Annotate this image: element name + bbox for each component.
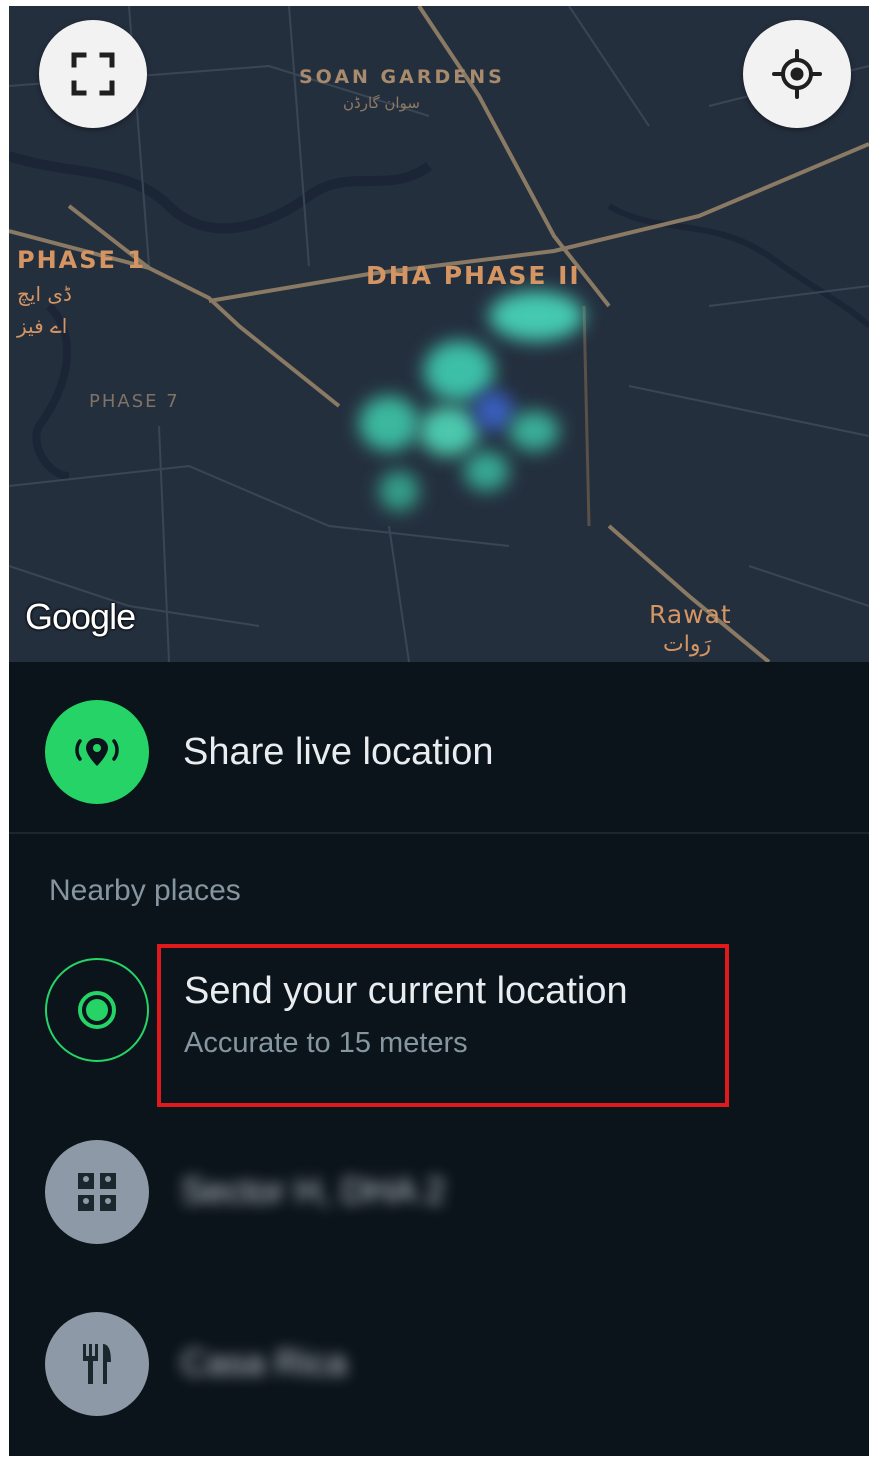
fullscreen-icon (71, 52, 115, 96)
my-location-button[interactable] (743, 20, 851, 128)
map-label-dha-phase-ii: DHA PHASE II (366, 261, 581, 290)
nearby-place-item[interactable]: Sector H, DHA 2 (181, 1170, 445, 1212)
share-live-location-label: Share live location (183, 730, 494, 773)
map-label-phase-7: PHASE 7 (89, 391, 180, 412)
map-label-soan-gardens: SOAN GARDENS (299, 66, 505, 88)
google-attribution: Google (25, 596, 136, 637)
nearby-places-heading: Nearby places (49, 874, 241, 907)
current-location-icon (45, 958, 149, 1062)
my-location-icon (772, 49, 822, 99)
location-options-sheet: Share live location Nearby places Send y… (9, 662, 869, 1456)
heat-blob (489, 291, 584, 341)
heat-blob (359, 396, 419, 451)
map-label-phase-1-urdu: ڈی ایچ (17, 282, 72, 306)
restaurant-icon (45, 1312, 149, 1416)
map-view[interactable]: SOAN GARDENS سوان گارڈن PHASE 1 ڈی ایچ ا… (9, 6, 869, 662)
heat-blob (509, 411, 559, 451)
heat-blob (464, 451, 509, 491)
map-label-soan-gardens-urdu: سوان گارڈن (343, 94, 420, 112)
heat-blob (474, 391, 514, 431)
highlight-annotation-box (157, 944, 729, 1107)
map-label-phase-1-urdu: اے فیز (17, 314, 68, 338)
fullscreen-button[interactable] (39, 20, 147, 128)
location-picker-screen: SOAN GARDENS سوان گارڈن PHASE 1 ڈی ایچ ا… (9, 6, 869, 1456)
nearby-place-item[interactable]: Casa Rica (181, 1342, 347, 1384)
map-label-rawat: Rawat (649, 600, 732, 629)
map-label-phase-1: PHASE 1 (17, 246, 146, 274)
heat-blob (379, 471, 419, 511)
divider (9, 832, 869, 834)
map-label-rawat-urdu: رَوات (663, 632, 712, 657)
heat-blob (424, 341, 494, 401)
building-icon (45, 1140, 149, 1244)
share-live-location-row[interactable]: Share live location (9, 696, 869, 808)
heat-blob (419, 406, 479, 456)
map-roads (9, 6, 869, 662)
live-location-icon (45, 700, 149, 804)
